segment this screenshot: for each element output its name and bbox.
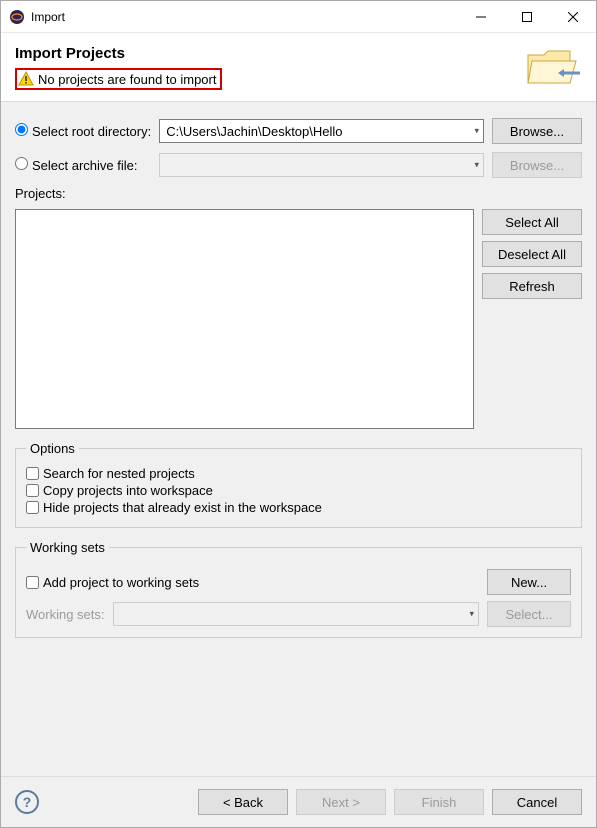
select-working-set-button: Select... — [487, 601, 571, 627]
page-title: Import Projects — [15, 45, 516, 62]
warning-text: No projects are found to import — [38, 72, 216, 87]
nested-projects-checkbox[interactable] — [26, 467, 39, 480]
archive-file-combo: ▾ — [159, 153, 484, 177]
working-sets-group: Working sets Add project to working sets… — [15, 540, 582, 638]
archive-file-radio[interactable]: Select archive file: — [15, 157, 151, 173]
deselect-all-button[interactable]: Deselect All — [482, 241, 582, 267]
options-legend: Options — [26, 441, 79, 456]
back-button[interactable]: < Back — [198, 789, 288, 815]
finish-button: Finish — [394, 789, 484, 815]
working-sets-label: Working sets: — [26, 607, 105, 622]
refresh-button[interactable]: Refresh — [482, 273, 582, 299]
select-all-button[interactable]: Select All — [482, 209, 582, 235]
help-icon[interactable]: ? — [15, 790, 39, 814]
copy-workspace-checkbox[interactable] — [26, 484, 39, 497]
window-title: Import — [31, 10, 458, 24]
maximize-button[interactable] — [504, 1, 550, 33]
warning-message: No projects are found to import — [15, 68, 222, 90]
next-button: Next > — [296, 789, 386, 815]
hide-existing-checkbox[interactable] — [26, 501, 39, 514]
projects-label: Projects: — [15, 186, 66, 201]
new-working-set-button[interactable]: New... — [487, 569, 571, 595]
cancel-button[interactable]: Cancel — [492, 789, 582, 815]
wizard-banner: Import Projects No projects are found to… — [1, 33, 596, 102]
import-folder-icon — [524, 45, 582, 93]
warning-icon — [18, 71, 34, 87]
eclipse-icon — [9, 9, 25, 25]
options-group: Options Search for nested projects Copy … — [15, 441, 582, 528]
root-directory-combo[interactable]: C:\Users\Jachin\Desktop\Hello▾ — [159, 119, 484, 143]
root-directory-radio[interactable]: Select root directory: — [15, 123, 151, 139]
browse-root-button[interactable]: Browse... — [492, 118, 582, 144]
working-sets-combo: ▾ — [113, 602, 479, 626]
wizard-content: Select root directory: C:\Users\Jachin\D… — [1, 102, 596, 776]
browse-archive-button: Browse... — [492, 152, 582, 178]
titlebar: Import — [1, 1, 596, 33]
close-button[interactable] — [550, 1, 596, 33]
minimize-button[interactable] — [458, 1, 504, 33]
working-sets-legend: Working sets — [26, 540, 109, 555]
projects-list[interactable] — [15, 209, 474, 429]
wizard-footer: ? < Back Next > Finish Cancel — [1, 776, 596, 827]
add-working-sets-checkbox[interactable] — [26, 576, 39, 589]
